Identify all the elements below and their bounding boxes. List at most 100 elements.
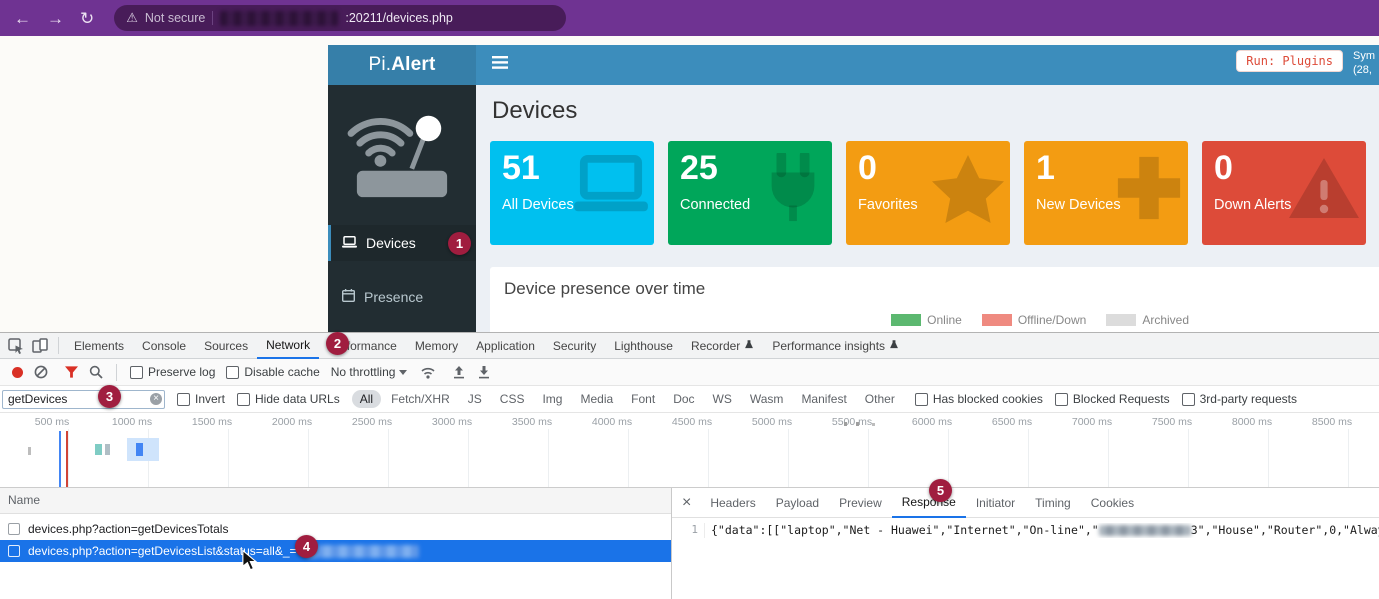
selected-request-highlight[interactable] — [127, 438, 159, 461]
brand-logo[interactable]: Pi.Alert — [328, 45, 476, 85]
tick-label: 6000 ms — [912, 416, 952, 428]
tick-label: 7500 ms — [1152, 416, 1192, 428]
type-pill-font[interactable]: Font — [623, 390, 663, 408]
throttling-dropdown[interactable]: No throttling — [331, 365, 408, 379]
type-pill-wasm[interactable]: Wasm — [742, 390, 792, 408]
line-number-gutter: 1 — [672, 523, 705, 538]
checkbox[interactable] — [226, 366, 239, 379]
tab-network[interactable]: Network — [257, 333, 319, 359]
detail-tab-headers[interactable]: Headers — [700, 489, 765, 517]
sidebar-item-presence[interactable]: Presence — [328, 279, 476, 315]
dcl-event-line — [59, 431, 61, 487]
redacted-query-value — [307, 545, 419, 558]
type-pill-ws[interactable]: WS — [705, 390, 740, 408]
card-all-devices[interactable]: 51 All Devices — [490, 141, 654, 245]
export-har-icon[interactable] — [478, 366, 490, 379]
request-row[interactable]: devices.php?action=getDevicesTotals — [0, 518, 671, 540]
type-pill-doc[interactable]: Doc — [665, 390, 702, 408]
clear-icon[interactable] — [34, 365, 48, 379]
network-conditions-icon[interactable] — [420, 366, 436, 379]
has-blocked-cookies-checkbox[interactable]: Has blocked cookies — [915, 392, 1043, 406]
tab-elements[interactable]: Elements — [65, 334, 133, 358]
tab-sources[interactable]: Sources — [195, 334, 257, 358]
inspect-element-icon[interactable] — [8, 338, 24, 354]
checkbox[interactable] — [130, 366, 143, 379]
type-pill-media[interactable]: Media — [572, 390, 621, 408]
type-pill-img[interactable]: Img — [534, 390, 570, 408]
type-pill-css[interactable]: CSS — [492, 390, 533, 408]
waterfall-mark[interactable] — [28, 447, 31, 455]
detail-tab-payload[interactable]: Payload — [766, 489, 829, 517]
record-icon[interactable] — [12, 367, 23, 378]
tab-application[interactable]: Application — [467, 334, 544, 358]
tab-console[interactable]: Console — [133, 334, 195, 358]
request-name: devices.php?action=getDevicesTotals — [28, 522, 228, 536]
sidebar-item-label: Devices — [366, 235, 416, 251]
detail-tab-initiator[interactable]: Initiator — [966, 489, 1025, 517]
type-pill-other[interactable]: Other — [857, 390, 903, 408]
card-connected[interactable]: 25 Connected — [668, 141, 832, 245]
detail-tab-preview[interactable]: Preview — [829, 489, 892, 517]
network-filter-input[interactable] — [2, 390, 165, 409]
tick-label: 3000 ms — [432, 416, 472, 428]
hide-data-urls-checkbox[interactable]: Hide data URLs — [237, 392, 340, 406]
tick-label: 8000 ms — [1232, 416, 1272, 428]
reload-icon[interactable]: ↻ — [80, 10, 94, 27]
card-favorites[interactable]: 0 Favorites — [846, 141, 1010, 245]
checkbox[interactable] — [1055, 393, 1068, 406]
address-divider — [212, 11, 213, 25]
type-pill-js[interactable]: JS — [460, 390, 490, 408]
forward-icon[interactable]: → — [47, 10, 64, 27]
tab-recorder[interactable]: Recorder — [682, 334, 763, 358]
step-badge-1: 1 — [448, 232, 471, 255]
tab-lighthouse[interactable]: Lighthouse — [605, 334, 682, 358]
waterfall-mark[interactable] — [844, 422, 847, 426]
detail-tab-timing[interactable]: Timing — [1025, 489, 1081, 517]
name-column-header[interactable]: Name — [0, 488, 671, 514]
run-plugins-button[interactable]: Run: Plugins — [1236, 50, 1343, 72]
tab-memory[interactable]: Memory — [406, 334, 467, 358]
response-viewer[interactable]: 1 {"data":[["laptop","Net - Huawei","Int… — [672, 518, 1379, 538]
device-toolbar-icon[interactable] — [32, 338, 48, 353]
waterfall-mark[interactable] — [95, 444, 102, 455]
legend-offline-down: Offline/Down — [982, 313, 1086, 327]
card-down-alerts[interactable]: 0 Down Alerts — [1202, 141, 1366, 245]
type-pill-all[interactable]: All — [352, 390, 381, 408]
disable-cache-checkbox[interactable]: Disable cache — [226, 365, 319, 379]
checkbox[interactable] — [237, 393, 250, 406]
star-icon — [930, 153, 1006, 230]
type-pill-fetch-xhr[interactable]: Fetch/XHR — [383, 390, 458, 408]
step-badge-2: 2 — [326, 332, 349, 355]
checkbox[interactable] — [915, 393, 928, 406]
third-party-requests-checkbox[interactable]: 3rd-party requests — [1182, 392, 1297, 406]
waterfall-mark[interactable] — [105, 444, 110, 455]
address-bar[interactable]: ⚠ Not secure :20211/devices.php — [114, 5, 566, 31]
clear-filter-icon[interactable]: × — [150, 393, 162, 405]
waterfall-mark[interactable] — [872, 423, 875, 426]
checkbox[interactable] — [177, 393, 190, 406]
hamburger-menu-icon[interactable] — [492, 56, 508, 74]
tab-performance-insights[interactable]: Performance insights — [763, 334, 908, 358]
waterfall-mark[interactable] — [856, 422, 859, 426]
preserve-log-checkbox[interactable]: Preserve log — [130, 365, 215, 379]
import-har-icon[interactable] — [453, 366, 465, 379]
search-icon[interactable] — [89, 365, 103, 379]
brand-suffix: Alert — [391, 54, 435, 76]
detail-tab-cookies[interactable]: Cookies — [1081, 489, 1144, 517]
waterfall-mark[interactable] — [136, 443, 143, 456]
file-type-icon — [8, 523, 20, 535]
detail-tabbar: × Headers Payload Preview Response Initi… — [672, 488, 1379, 518]
network-timeline-overview[interactable]: 500 ms 1000 ms 1500 ms 2000 ms 2500 ms 3… — [0, 413, 1379, 488]
checkbox[interactable] — [1182, 393, 1195, 406]
card-new-devices[interactable]: 1 New Devices — [1024, 141, 1188, 245]
legend-swatch — [891, 314, 921, 326]
request-row-selected[interactable]: devices.php?action=getDevicesList&status… — [0, 540, 671, 562]
invert-checkbox[interactable]: Invert — [177, 392, 225, 406]
back-icon[interactable]: ← — [14, 10, 31, 27]
network-body: Name devices.php?action=getDevicesTotals… — [0, 488, 1379, 599]
type-pill-manifest[interactable]: Manifest — [793, 390, 854, 408]
blocked-requests-checkbox[interactable]: Blocked Requests — [1055, 392, 1170, 406]
filter-funnel-icon[interactable] — [65, 366, 78, 378]
close-icon[interactable]: × — [672, 494, 700, 512]
tab-security[interactable]: Security — [544, 334, 605, 358]
